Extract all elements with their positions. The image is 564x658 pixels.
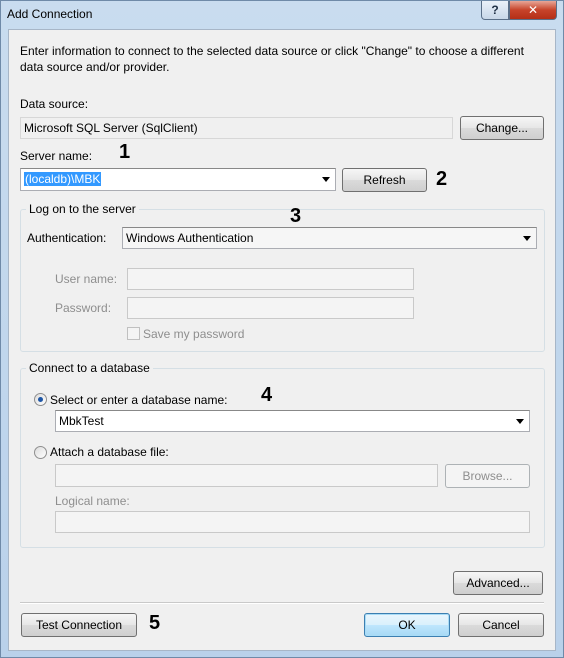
footer-divider [20,602,544,604]
authentication-label: Authentication: [27,231,107,245]
ok-button[interactable]: OK [364,613,450,637]
chevron-down-icon[interactable] [515,416,525,426]
cancel-button[interactable]: Cancel [458,613,544,637]
authentication-combobox[interactable]: Windows Authentication [122,227,537,249]
annotation-marker-5: 5 [149,612,161,634]
close-icon[interactable]: ✕ [509,1,557,20]
server-name-label: Server name: [20,149,93,163]
save-password-checkbox[interactable] [127,327,140,340]
browse-button[interactable]: Browse... [445,464,530,488]
chevron-down-icon[interactable] [522,233,532,243]
add-connection-window: Add Connection ? ✕ Enter information to … [0,0,564,658]
test-connection-button[interactable]: Test Connection [21,613,137,637]
intro-text-line1: Enter information to connect to the sele… [20,44,524,58]
intro-text-line2: data source and/or provider. [20,60,170,74]
help-icon[interactable]: ? [481,1,509,20]
advanced-button[interactable]: Advanced... [453,571,543,595]
chevron-down-icon[interactable] [321,174,331,184]
select-database-label: Select or enter a database name: [50,393,228,407]
password-input[interactable] [127,297,414,319]
attach-database-radio[interactable] [34,446,47,459]
refresh-button[interactable]: Refresh [342,168,427,192]
database-file-input[interactable] [55,464,438,487]
save-password-label: Save my password [143,327,245,341]
logical-name-input[interactable] [55,511,530,533]
annotation-marker-1: 1 [119,141,131,163]
dialog-body: Enter information to connect to the sele… [8,29,556,651]
annotation-marker-3: 3 [290,205,302,227]
annotation-marker-4: 4 [261,384,273,406]
server-name-combobox[interactable]: (localdb)\MBK [20,168,336,191]
annotation-marker-2: 2 [436,168,448,190]
attach-database-label: Attach a database file: [50,445,169,459]
database-name-combobox[interactable]: MbkTest [55,410,530,432]
change-button[interactable]: Change... [460,116,544,140]
password-label: Password: [55,301,112,315]
title-bar[interactable]: Add Connection ? ✕ [1,1,563,29]
database-group-title: Connect to a database [26,361,153,375]
window-title: Add Connection [7,7,93,21]
logical-name-label: Logical name: [55,494,130,508]
username-label: User name: [55,272,118,286]
select-database-radio[interactable] [34,393,47,406]
authentication-value: Windows Authentication [126,231,254,245]
server-name-value: (localdb)\MBK [24,172,102,186]
data-source-label: Data source: [20,97,89,111]
data-source-field: Microsoft SQL Server (SqlClient) [20,117,453,139]
data-source-value: Microsoft SQL Server (SqlClient) [24,121,198,135]
username-input[interactable] [127,268,414,290]
logon-group-title: Log on to the server [26,202,139,216]
database-name-value: MbkTest [59,414,104,428]
